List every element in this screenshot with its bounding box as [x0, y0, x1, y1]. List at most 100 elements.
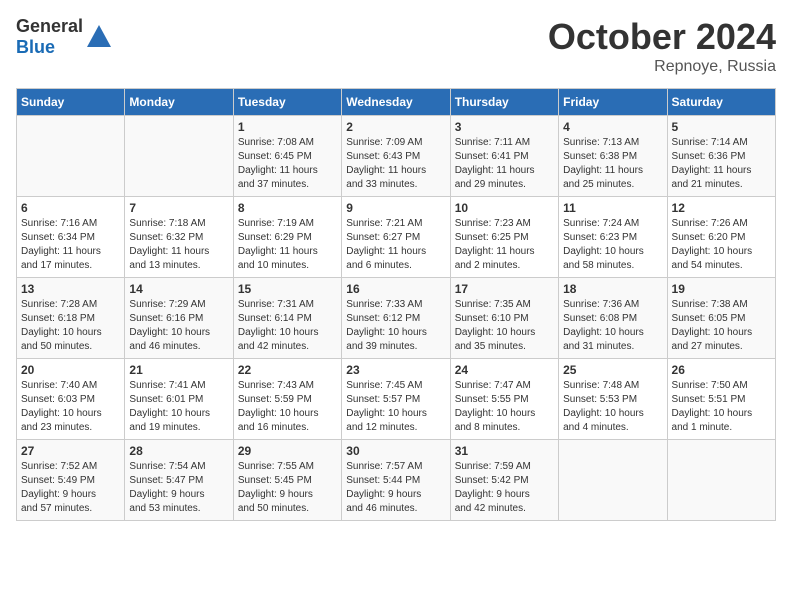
day-number: 29 — [238, 444, 337, 458]
calendar-cell: 21 Sunrise: 7:41 AM Sunset: 6:01 PM Dayli… — [125, 359, 233, 440]
calendar-cell: 12 Sunrise: 7:26 AM Sunset: 6:20 PM Dayli… — [667, 197, 775, 278]
day-number: 25 — [563, 363, 662, 377]
day-content: Sunrise: 7:13 AM Sunset: 6:38 PM Dayligh… — [563, 136, 662, 192]
logo-general: General — [16, 16, 83, 36]
day-content: Sunrise: 7:26 AM Sunset: 6:20 PM Dayligh… — [672, 217, 771, 273]
day-number: 19 — [672, 282, 771, 296]
day-content: Sunrise: 7:23 AM Sunset: 6:25 PM Dayligh… — [455, 217, 554, 273]
day-content: Sunrise: 7:14 AM Sunset: 6:36 PM Dayligh… — [672, 136, 771, 192]
calendar-cell: 1 Sunrise: 7:08 AM Sunset: 6:45 PM Daylig… — [233, 116, 341, 197]
day-number: 16 — [346, 282, 445, 296]
day-content: Sunrise: 7:11 AM Sunset: 6:41 PM Dayligh… — [455, 136, 554, 192]
day-content: Sunrise: 7:57 AM Sunset: 5:44 PM Dayligh… — [346, 460, 445, 516]
day-number: 23 — [346, 363, 445, 377]
calendar-table: SundayMondayTuesdayWednesdayThursdayFrid… — [16, 88, 776, 521]
logo-text: General Blue — [16, 16, 83, 58]
calendar-cell: 3Sunrise: 7:11 AM Sunset: 6:41 PM Daylig… — [450, 116, 558, 197]
calendar-cell: 30 Sunrise: 7:57 AM Sunset: 5:44 PM Dayli… — [342, 440, 450, 521]
day-content: Sunrise: 7:08 AM Sunset: 6:45 PM Dayligh… — [238, 136, 337, 192]
calendar-cell: 5Sunrise: 7:14 AM Sunset: 6:36 PM Daylig… — [667, 116, 775, 197]
day-number: 28 — [129, 444, 228, 458]
day-content: Sunrise: 7:16 AM Sunset: 6:34 PM Dayligh… — [21, 217, 120, 273]
calendar-cell: 9 Sunrise: 7:21 AM Sunset: 6:27 PM Daylig… — [342, 197, 450, 278]
calendar-cell: 19Sunrise: 7:38 AM Sunset: 6:05 PM Dayli… — [667, 278, 775, 359]
calendar-cell — [17, 116, 125, 197]
calendar-cell: 7 Sunrise: 7:18 AM Sunset: 6:32 PM Daylig… — [125, 197, 233, 278]
day-number: 6 — [21, 201, 120, 215]
days-header-row: SundayMondayTuesdayWednesdayThursdayFrid… — [17, 89, 776, 116]
day-content: Sunrise: 7:31 AM Sunset: 6:14 PM Dayligh… — [238, 298, 337, 354]
day-content: Sunrise: 7:19 AM Sunset: 6:29 PM Dayligh… — [238, 217, 337, 273]
calendar-cell: 24 Sunrise: 7:47 AM Sunset: 5:55 PM Dayli… — [450, 359, 558, 440]
day-number: 21 — [129, 363, 228, 377]
calendar-cell: 31 Sunrise: 7:59 AM Sunset: 5:42 PM Dayli… — [450, 440, 558, 521]
day-number: 22 — [238, 363, 337, 377]
day-header-thursday: Thursday — [450, 89, 558, 116]
day-content: Sunrise: 7:09 AM Sunset: 6:43 PM Dayligh… — [346, 136, 445, 192]
day-header-friday: Friday — [559, 89, 667, 116]
day-number: 4 — [563, 120, 662, 134]
week-row-5: 27Sunrise: 7:52 AM Sunset: 5:49 PM Dayli… — [17, 440, 776, 521]
calendar-cell: 6 Sunrise: 7:16 AM Sunset: 6:34 PM Daylig… — [17, 197, 125, 278]
day-content: Sunrise: 7:54 AM Sunset: 5:47 PM Dayligh… — [129, 460, 228, 516]
week-row-3: 13Sunrise: 7:28 AM Sunset: 6:18 PM Dayli… — [17, 278, 776, 359]
day-content: Sunrise: 7:41 AM Sunset: 6:01 PM Dayligh… — [129, 379, 228, 435]
day-content: Sunrise: 7:29 AM Sunset: 6:16 PM Dayligh… — [129, 298, 228, 354]
location: Repnoye, Russia — [548, 58, 776, 76]
calendar-cell: 17 Sunrise: 7:35 AM Sunset: 6:10 PM Dayli… — [450, 278, 558, 359]
day-number: 17 — [455, 282, 554, 296]
day-number: 12 — [672, 201, 771, 215]
calendar-cell — [667, 440, 775, 521]
day-number: 8 — [238, 201, 337, 215]
day-header-tuesday: Tuesday — [233, 89, 341, 116]
day-number: 27 — [21, 444, 120, 458]
day-content: Sunrise: 7:40 AM Sunset: 6:03 PM Dayligh… — [21, 379, 120, 435]
day-number: 9 — [346, 201, 445, 215]
calendar-cell: 26Sunrise: 7:50 AM Sunset: 5:51 PM Dayli… — [667, 359, 775, 440]
calendar-cell: 16Sunrise: 7:33 AM Sunset: 6:12 PM Dayli… — [342, 278, 450, 359]
day-header-sunday: Sunday — [17, 89, 125, 116]
day-content: Sunrise: 7:36 AM Sunset: 6:08 PM Dayligh… — [563, 298, 662, 354]
day-content: Sunrise: 7:45 AM Sunset: 5:57 PM Dayligh… — [346, 379, 445, 435]
week-row-2: 6 Sunrise: 7:16 AM Sunset: 6:34 PM Daylig… — [17, 197, 776, 278]
day-number: 30 — [346, 444, 445, 458]
day-content: Sunrise: 7:47 AM Sunset: 5:55 PM Dayligh… — [455, 379, 554, 435]
calendar-cell: 25Sunrise: 7:48 AM Sunset: 5:53 PM Dayli… — [559, 359, 667, 440]
calendar-cell — [125, 116, 233, 197]
calendar-cell: 27Sunrise: 7:52 AM Sunset: 5:49 PM Dayli… — [17, 440, 125, 521]
calendar-cell: 28 Sunrise: 7:54 AM Sunset: 5:47 PM Dayli… — [125, 440, 233, 521]
day-content: Sunrise: 7:35 AM Sunset: 6:10 PM Dayligh… — [455, 298, 554, 354]
title-block: October 2024 Repnoye, Russia — [548, 16, 776, 76]
calendar-cell: 22 Sunrise: 7:43 AM Sunset: 5:59 PM Dayli… — [233, 359, 341, 440]
day-number: 31 — [455, 444, 554, 458]
day-content: Sunrise: 7:50 AM Sunset: 5:51 PM Dayligh… — [672, 379, 771, 435]
logo-blue: Blue — [16, 37, 55, 57]
day-content: Sunrise: 7:43 AM Sunset: 5:59 PM Dayligh… — [238, 379, 337, 435]
calendar-cell: 29 Sunrise: 7:55 AM Sunset: 5:45 PM Dayli… — [233, 440, 341, 521]
logo-icon — [85, 23, 113, 51]
day-number: 1 — [238, 120, 337, 134]
day-number: 7 — [129, 201, 228, 215]
day-number: 24 — [455, 363, 554, 377]
week-row-4: 20 Sunrise: 7:40 AM Sunset: 6:03 PM Dayli… — [17, 359, 776, 440]
day-content: Sunrise: 7:18 AM Sunset: 6:32 PM Dayligh… — [129, 217, 228, 273]
calendar-cell: 10Sunrise: 7:23 AM Sunset: 6:25 PM Dayli… — [450, 197, 558, 278]
day-number: 15 — [238, 282, 337, 296]
day-content: Sunrise: 7:59 AM Sunset: 5:42 PM Dayligh… — [455, 460, 554, 516]
day-header-monday: Monday — [125, 89, 233, 116]
calendar-cell: 14 Sunrise: 7:29 AM Sunset: 6:16 PM Dayli… — [125, 278, 233, 359]
logo: General Blue — [16, 16, 113, 58]
day-number: 14 — [129, 282, 228, 296]
day-number: 20 — [21, 363, 120, 377]
day-header-wednesday: Wednesday — [342, 89, 450, 116]
day-number: 11 — [563, 201, 662, 215]
page-header: General Blue October 2024 Repnoye, Russi… — [16, 16, 776, 76]
month-title: October 2024 — [548, 16, 776, 58]
day-content: Sunrise: 7:55 AM Sunset: 5:45 PM Dayligh… — [238, 460, 337, 516]
day-content: Sunrise: 7:28 AM Sunset: 6:18 PM Dayligh… — [21, 298, 120, 354]
day-content: Sunrise: 7:21 AM Sunset: 6:27 PM Dayligh… — [346, 217, 445, 273]
day-header-saturday: Saturday — [667, 89, 775, 116]
calendar-cell: 13Sunrise: 7:28 AM Sunset: 6:18 PM Dayli… — [17, 278, 125, 359]
calendar-cell: 11 Sunrise: 7:24 AM Sunset: 6:23 PM Dayli… — [559, 197, 667, 278]
day-content: Sunrise: 7:24 AM Sunset: 6:23 PM Dayligh… — [563, 217, 662, 273]
